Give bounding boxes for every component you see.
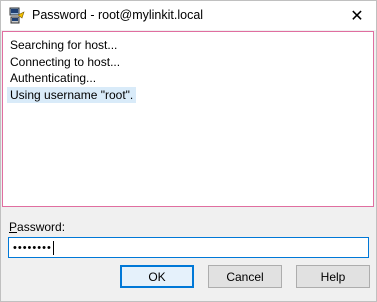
password-label: Password: bbox=[9, 220, 65, 234]
close-button[interactable]: ✕ bbox=[338, 1, 376, 30]
putty-icon bbox=[9, 7, 26, 24]
ok-button[interactable]: OK bbox=[120, 265, 194, 288]
password-value: •••••••• bbox=[13, 241, 52, 254]
cancel-button[interactable]: Cancel bbox=[208, 265, 282, 288]
password-dialog: Password - root@mylinkit.local ✕ Searchi… bbox=[0, 0, 377, 302]
log-line: Searching for host... bbox=[10, 38, 118, 52]
password-input[interactable]: •••••••• bbox=[8, 237, 369, 258]
password-label-text: assword: bbox=[17, 220, 66, 234]
log-line-selected: Using username "root". bbox=[7, 87, 137, 103]
help-button[interactable]: Help bbox=[296, 265, 370, 288]
title-bar[interactable]: Password - root@mylinkit.local ✕ bbox=[1, 1, 376, 30]
window-title: Password - root@mylinkit.local bbox=[32, 8, 204, 22]
session-log[interactable]: Searching for host... Connecting to host… bbox=[2, 31, 374, 207]
text-caret bbox=[52, 240, 54, 255]
close-icon: ✕ bbox=[350, 7, 364, 25]
log-line: Authenticating... bbox=[10, 71, 97, 85]
password-label-mnemonic: P bbox=[9, 220, 18, 234]
log-line: Connecting to host... bbox=[10, 55, 121, 69]
